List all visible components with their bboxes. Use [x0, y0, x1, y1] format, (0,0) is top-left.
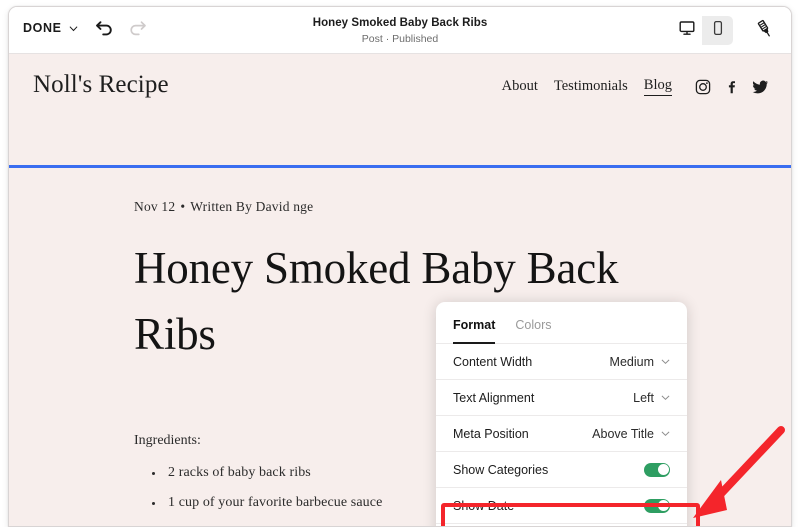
mobile-phone-icon: [710, 20, 726, 41]
nav-link-testimonials[interactable]: Testimonials: [554, 78, 628, 95]
theme-paintbrush-button[interactable]: [753, 19, 777, 43]
undo-arrow-icon: [95, 19, 114, 41]
nav-link-blog[interactable]: Blog: [644, 77, 672, 96]
undo-button[interactable]: [91, 17, 117, 43]
row-text-alignment[interactable]: Text Alignment Left: [436, 380, 687, 416]
paintbrush-icon: [755, 19, 775, 44]
show-date-toggle[interactable]: [644, 499, 670, 513]
row-label: Text Alignment: [453, 391, 534, 405]
chevron-down-icon: [661, 357, 670, 366]
chevron-down-icon: [69, 24, 78, 33]
post-meta: Nov 12 • Written By David nge: [134, 199, 791, 215]
panel-tab-bar: Format Colors: [436, 302, 687, 344]
tab-colors[interactable]: Colors: [515, 318, 551, 344]
social-icon-group: [694, 78, 769, 95]
row-label: Content Width: [453, 355, 532, 369]
meta-separator: •: [180, 199, 185, 214]
row-label: Meta Position: [453, 427, 529, 441]
row-control[interactable]: Above Title: [592, 427, 670, 441]
site-preview-canvas[interactable]: Noll's Recipe About Testimonials Blog: [9, 54, 791, 527]
instagram-icon[interactable]: [694, 78, 711, 95]
format-settings-panel: Format Colors Content Width Medium Text …: [436, 302, 687, 527]
facebook-icon[interactable]: [723, 78, 740, 95]
row-label: Show Categories: [453, 463, 548, 477]
desktop-monitor-icon: [679, 20, 695, 41]
editor-toolbar: DONE Honey Smoked Baby Back Ri: [9, 7, 791, 54]
browser-window-frame: DONE Honey Smoked Baby Back Ri: [8, 6, 792, 527]
site-header: Noll's Recipe About Testimonials Blog: [9, 54, 791, 114]
redo-arrow-icon: [128, 19, 147, 41]
nav-link-about[interactable]: About: [502, 78, 538, 95]
row-control[interactable]: Left: [633, 391, 670, 405]
mobile-view-button[interactable]: [702, 16, 733, 45]
row-show-date[interactable]: Show Date: [436, 488, 687, 524]
toggle-knob: [658, 500, 669, 511]
chevron-down-icon: [661, 429, 670, 438]
twitter-icon[interactable]: [752, 78, 769, 95]
tab-format[interactable]: Format: [453, 318, 495, 344]
row-value: Medium: [610, 355, 654, 369]
done-button-label: DONE: [23, 21, 62, 35]
row-value: Left: [633, 391, 654, 405]
post-author: Written By David nge: [190, 199, 313, 214]
site-nav: About Testimonials Blog: [502, 77, 769, 96]
post-date: Nov 12: [134, 199, 175, 214]
site-logo[interactable]: Noll's Recipe: [33, 71, 169, 99]
row-control[interactable]: Medium: [610, 355, 670, 369]
show-categories-toggle[interactable]: [644, 463, 670, 477]
row-value: Above Title: [592, 427, 654, 441]
row-label: Show Date: [453, 499, 514, 513]
desktop-view-button[interactable]: [671, 16, 702, 45]
viewport-toggle-group[interactable]: [671, 16, 733, 45]
row-content-width[interactable]: Content Width Medium: [436, 344, 687, 380]
row-meta-position[interactable]: Meta Position Above Title: [436, 416, 687, 452]
toggle-knob: [658, 464, 669, 475]
section-selection-divider: [9, 165, 791, 168]
done-button[interactable]: DONE: [23, 21, 78, 35]
chevron-down-icon: [661, 393, 670, 402]
redo-button[interactable]: [124, 17, 150, 43]
row-show-categories[interactable]: Show Categories: [436, 452, 687, 488]
